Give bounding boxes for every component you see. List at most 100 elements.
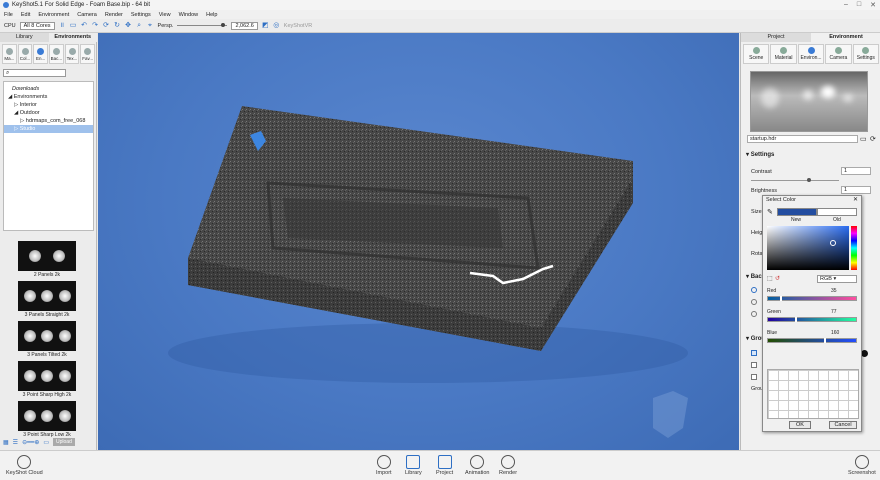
menu-camera[interactable]: Camera [77, 12, 97, 18]
undo-icon[interactable]: ↶ [81, 22, 88, 29]
brightness-value[interactable]: 1 [841, 186, 871, 194]
screenshot-button[interactable]: Screenshot [848, 455, 876, 476]
upload-button[interactable]: Upload [53, 438, 75, 446]
keyshotvr-icon[interactable]: ◎ [273, 22, 280, 29]
ground-checkbox-3[interactable] [751, 374, 757, 380]
render-button[interactable]: Render [499, 455, 517, 476]
thumbnail-item[interactable]: 3 Point Sharp High 2k [3, 361, 91, 401]
palette-icon[interactable]: ⬚ [767, 275, 773, 282]
search-input[interactable]: ⌕ [3, 69, 66, 77]
subtab-environment[interactable]: Environ... [797, 44, 825, 64]
redo-icon[interactable]: ↷ [92, 22, 99, 29]
menu-file[interactable]: File [4, 12, 13, 18]
category-textures[interactable]: Tex... [64, 44, 80, 64]
import-button[interactable]: Import [376, 455, 392, 476]
category-favorites[interactable]: Fav... [80, 44, 96, 64]
cores-select[interactable]: All 8 Cores [19, 21, 55, 30]
subtab-settings[interactable]: Settings [852, 44, 880, 64]
hdri-preview[interactable] [750, 71, 868, 132]
dialog-close-icon[interactable]: ✕ [853, 196, 858, 203]
keyshot-cloud-button[interactable]: KeyShot Cloud [6, 455, 43, 476]
list-view-icon[interactable]: ☰ [13, 439, 18, 446]
thumbnail-item[interactable]: 2 Panels 2k [3, 241, 91, 281]
contrast-slider[interactable] [751, 178, 839, 182]
background-radio-1[interactable] [751, 287, 757, 293]
tab-environment[interactable]: Environment [811, 33, 880, 42]
project-button[interactable]: Project [436, 455, 453, 476]
ok-button[interactable]: OK [789, 421, 811, 429]
category-environments[interactable]: En... [33, 44, 49, 64]
contrast-value[interactable]: 1 [841, 167, 871, 175]
close-icon[interactable]: ✕ [870, 1, 876, 9]
zoom-icon[interactable]: ⌕ [136, 22, 143, 29]
red-slider-knob[interactable] [780, 296, 782, 301]
ground-checkbox-1[interactable] [751, 350, 757, 356]
ground-checkbox-2[interactable] [751, 362, 757, 368]
tree-item-downloads[interactable]: Downloads [4, 85, 93, 93]
tree-item-hdrmaps[interactable]: ▷ hdrmaps_com_free_068 [4, 117, 93, 125]
tree-item-studio[interactable]: ▷ Studio [4, 125, 93, 133]
subtab-scene[interactable]: Scene [743, 44, 770, 64]
red-value[interactable]: 35 [831, 288, 837, 294]
animation-button[interactable]: Animation [465, 455, 489, 476]
contrast-slider-knob[interactable] [807, 178, 811, 182]
menu-help[interactable]: Help [206, 12, 217, 18]
ground-color-swatch[interactable] [861, 350, 868, 357]
saturation-value-picker[interactable] [767, 226, 849, 270]
open-folder-icon[interactable]: ▭ [860, 135, 867, 143]
folder-icon[interactable]: ▭ [43, 439, 49, 446]
render-viewport[interactable] [98, 33, 739, 450]
menu-environment[interactable]: Environment [38, 12, 69, 18]
category-materials[interactable]: Ma... [2, 44, 17, 64]
green-value[interactable]: 77 [831, 309, 837, 315]
menu-render[interactable]: Render [105, 12, 123, 18]
rotate-icon[interactable]: ↻ [114, 22, 121, 29]
category-colors[interactable]: Col... [17, 44, 33, 64]
grid-view-icon[interactable]: ▦ [3, 439, 9, 446]
minimize-icon[interactable]: – [844, 1, 848, 9]
tab-library[interactable]: Library [0, 33, 49, 42]
fov-icon[interactable]: ⌖ [147, 22, 154, 29]
eyedropper-icon[interactable]: ✎ [767, 208, 773, 216]
red-slider[interactable] [767, 296, 857, 301]
fov-slider[interactable] [177, 23, 228, 27]
pause-icon[interactable]: ॥ [59, 22, 66, 29]
zoom-value[interactable]: 2,062.6 [231, 21, 258, 30]
old-color-swatch[interactable] [817, 208, 857, 216]
cube-icon[interactable]: ◩ [262, 22, 269, 29]
color-picker-handle[interactable] [830, 240, 836, 246]
reset-icon[interactable]: ↺ [775, 275, 780, 282]
menu-settings[interactable]: Settings [131, 12, 151, 18]
subtab-camera[interactable]: Camera [825, 44, 852, 64]
green-slider[interactable] [767, 317, 857, 322]
custom-colors-grid[interactable] [767, 369, 859, 419]
category-backplates[interactable]: Bac... [49, 44, 64, 64]
settings-section[interactable]: ▾ Settings [746, 151, 774, 158]
menu-view[interactable]: View [159, 12, 171, 18]
tree-item-environments[interactable]: ◢ Environments [4, 93, 93, 101]
library-button[interactable]: Library [405, 455, 422, 476]
hue-slider[interactable] [851, 226, 857, 270]
subtab-material[interactable]: Material [770, 44, 797, 64]
background-radio-2[interactable] [751, 299, 757, 305]
cancel-button[interactable]: Cancel [829, 421, 857, 429]
blue-value[interactable]: 160 [831, 330, 839, 336]
blue-slider[interactable] [767, 338, 857, 343]
tab-project[interactable]: Project [741, 33, 811, 42]
fov-slider-knob[interactable] [221, 23, 226, 27]
menu-edit[interactable]: Edit [21, 12, 30, 18]
green-slider-knob[interactable] [795, 317, 797, 322]
screen-icon[interactable]: ▭ [70, 22, 77, 29]
maximize-icon[interactable]: □ [857, 1, 861, 9]
color-mode-select[interactable]: RGB ▾ [817, 275, 857, 283]
reload-icon[interactable]: ⟳ [870, 135, 876, 143]
blue-slider-knob[interactable] [824, 338, 826, 343]
pan-icon[interactable]: ✥ [125, 22, 132, 29]
background-radio-3[interactable] [751, 311, 757, 317]
refresh-icon[interactable]: ⟳ [103, 22, 110, 29]
hdr-file-field[interactable]: startup.hdr [747, 135, 858, 143]
tree-item-interior[interactable]: ▷ Interior [4, 101, 93, 109]
thumbnail-item[interactable]: 3 Panels Tilted 2k [3, 321, 91, 361]
keyshotvr-label[interactable]: KeyShotVR [284, 23, 312, 29]
thumbnail-size-slider[interactable]: ⊖━━⊕ [22, 439, 39, 446]
